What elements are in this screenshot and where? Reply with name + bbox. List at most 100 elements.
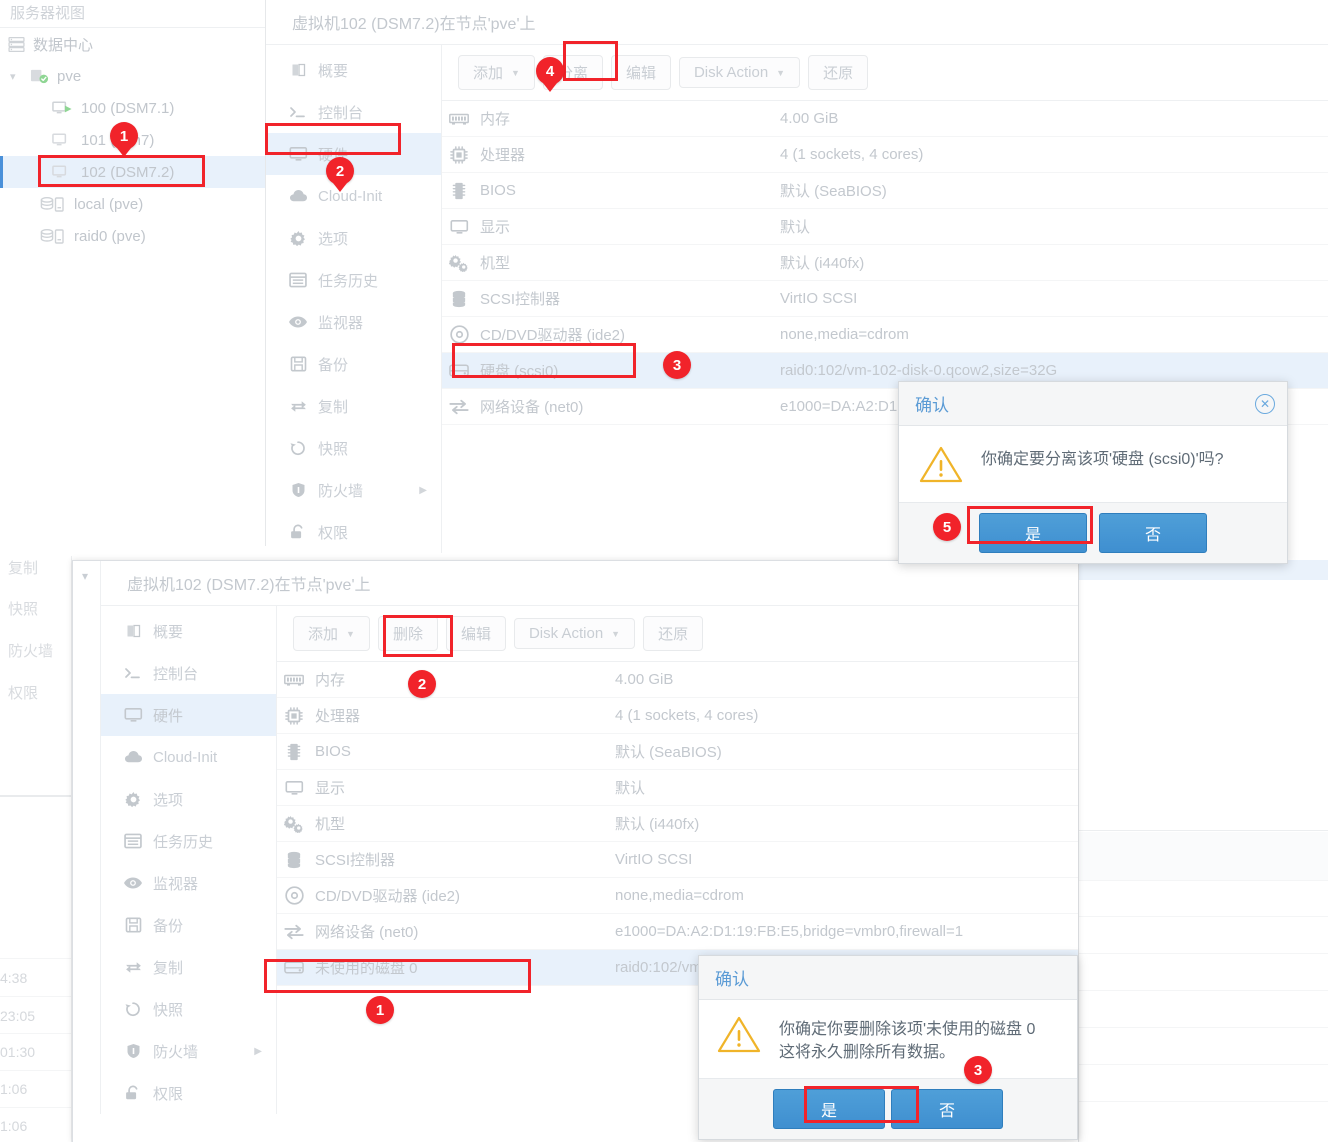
nav-item-快照-bottom[interactable]: 快照 — [101, 988, 276, 1030]
hardware-grid-bottom[interactable]: 内存 4.00 GiB 处理器 4 (1 sockets, 4 cores) BIOS 默… — [277, 662, 1078, 986]
revert-button-bottom[interactable]: 还原 — [643, 616, 704, 651]
harddisk-icon — [442, 363, 476, 378]
nav-item-复制-top[interactable]: 复制 — [266, 385, 441, 427]
replicate-icon — [123, 957, 143, 977]
edit-button-top[interactable]: 编辑 — [610, 55, 671, 90]
vm-stopped-icon — [52, 164, 73, 181]
hardware-row-value: 默认 (i440fx) — [615, 816, 700, 833]
hardware-row-bottom[interactable]: 显示 默认 — [277, 770, 1078, 806]
tree-item-local[interactable]: local (pve) — [0, 188, 265, 220]
dialog-message-bottom: 你确定你要删除该项'未使用的磁盘 0 这将永久删除所有数据。 — [779, 1014, 1035, 1064]
tree-item-raid0[interactable]: raid0 (pve) — [0, 220, 265, 252]
chevron-down-icon[interactable]: ▾ — [73, 561, 100, 583]
nav-item-任务历史-top[interactable]: 任务历史 — [266, 259, 441, 301]
hardware-row-top[interactable]: SCSI控制器 VirtIO SCSI — [442, 281, 1328, 317]
nav-item-监视器-bottom[interactable]: 监视器 — [101, 862, 276, 904]
hardware-row-top[interactable]: 机型 默认 (i440fx) — [442, 245, 1328, 281]
hardware-toolbar-bottom[interactable]: 添加 ▼ 删除 编辑 Disk Action ▼ 还原 — [277, 606, 1078, 662]
nav-item-快照-top[interactable]: 快照 — [266, 427, 441, 469]
tree-item-102[interactable]: 102 (DSM7.2) — [0, 156, 265, 188]
hardware-row-top[interactable]: 显示 默认 — [442, 209, 1328, 245]
dialog-title-bottom: 确认 — [715, 970, 749, 989]
no-button-bottom[interactable]: 否 — [891, 1089, 1003, 1130]
hardware-row-bottom[interactable]: 机型 默认 (i440fx) — [277, 806, 1078, 842]
revert-button-top[interactable]: 还原 — [808, 55, 869, 90]
bg-timestamp-0: 4:38 — [0, 970, 28, 986]
nav-item-任务历史-bottom[interactable]: 任务历史 — [101, 820, 276, 862]
hardware-row-bottom[interactable]: CD/DVD驱动器 (ide2) none,media=cdrom — [277, 878, 1078, 914]
nav-item-label: 复制 — [318, 398, 349, 416]
tree-item-数据中心[interactable]: 数据中心 — [0, 28, 265, 60]
disk-action-button-top[interactable]: Disk Action ▼ — [678, 57, 801, 88]
server-view-tree[interactable]: 服务器视图 数据中心▾pve100 (DSM7.1)101 (Win7)102 … — [0, 0, 266, 546]
hardware-row-key: 机型 — [480, 255, 511, 272]
hardware-row-bottom[interactable]: BIOS 默认 (SeaBIOS) — [277, 734, 1078, 770]
yes-button-top[interactable]: 是 — [979, 513, 1087, 553]
confirm-dialog-bottom[interactable]: 确认 你确定你要删除该项'未使用的磁盘 0 这将永久删除所有数据。 是 否 — [698, 955, 1078, 1141]
chevron-down-icon[interactable]: ▼ — [776, 68, 785, 78]
annotation-badge-nav-hardware-top: 2 — [326, 157, 354, 185]
nav-item-权限-top[interactable]: 权限 — [266, 511, 441, 553]
hardware-row-top[interactable]: CD/DVD驱动器 (ide2) none,media=cdrom — [442, 317, 1328, 353]
button-label: Disk Action — [693, 64, 769, 81]
nav-item-概要-bottom[interactable]: 概要 — [101, 610, 276, 652]
hardware-row-value: 4 (1 sockets, 4 cores) — [780, 146, 924, 163]
collapse-column[interactable]: ▾ — [73, 561, 101, 1114]
hardware-row-key: 未使用的磁盘 0 — [315, 960, 418, 977]
snapshot-icon — [288, 438, 308, 458]
tree-header: 服务器视图 — [0, 0, 265, 28]
nav-item-控制台-top[interactable]: 控制台 — [266, 91, 441, 133]
nav-item-复制-bottom[interactable]: 复制 — [101, 946, 276, 988]
tree-item-pve[interactable]: ▾ pve — [0, 60, 265, 92]
hardware-row-top[interactable]: 内存 4.00 GiB — [442, 101, 1328, 137]
no-button-top[interactable]: 否 — [1099, 513, 1207, 553]
add-button-bottom[interactable]: 添加 ▼ — [293, 616, 370, 651]
hardware-row-top[interactable]: BIOS 默认 (SeaBIOS) — [442, 173, 1328, 209]
nav-item-备份-bottom[interactable]: 备份 — [101, 904, 276, 946]
tree-item-100[interactable]: 100 (DSM7.1) — [0, 92, 265, 124]
button-label: 添加 — [473, 65, 504, 82]
nav-item-备份-top[interactable]: 备份 — [266, 343, 441, 385]
nav-item-硬件-bottom[interactable]: 硬件 — [101, 694, 276, 736]
nav-item-防火墙-bottom[interactable]: 防火墙 ▶ — [101, 1030, 276, 1072]
chevron-down-icon[interactable]: ▼ — [346, 629, 355, 639]
annotation-badge-row-unused-disk-bottom: 1 — [366, 996, 394, 1024]
cdrom-icon — [277, 886, 311, 905]
tasklog-icon — [123, 831, 143, 851]
nav-item-label: 权限 — [153, 1085, 184, 1103]
hardware-grid-top[interactable]: 内存 4.00 GiB 处理器 4 (1 sockets, 4 cores) BIOS 默… — [442, 101, 1328, 425]
hardware-row-bottom[interactable]: 网络设备 (net0) e1000=DA:A2:D1:19:FB:E5,bridg… — [277, 914, 1078, 950]
chevron-down-icon[interactable]: ▼ — [611, 629, 620, 639]
close-icon[interactable]: ✕ — [1255, 393, 1275, 414]
chevron-down-icon[interactable]: ▾ — [10, 70, 16, 83]
edit-button-bottom[interactable]: 编辑 — [445, 616, 506, 651]
hardware-row-top[interactable]: 处理器 4 (1 sockets, 4 cores) — [442, 137, 1328, 173]
hardware-toolbar-top[interactable]: 添加 ▼ 分离 编辑 Disk Action ▼ 还原 — [442, 45, 1328, 101]
nav-item-cloud-init-bottom[interactable]: Cloud-Init — [101, 736, 276, 778]
hardware-row-bottom[interactable]: 处理器 4 (1 sockets, 4 cores) — [277, 698, 1078, 734]
hardware-row-value: VirtIO SCSI — [615, 851, 693, 868]
chevron-right-icon[interactable]: ▶ — [419, 485, 427, 496]
nav-item-label: 权限 — [318, 524, 349, 542]
nav-item-cloud-init-top[interactable]: Cloud-Init — [266, 175, 441, 217]
bg-menu-item-0: 复制 — [8, 560, 39, 577]
nav-item-概要-top[interactable]: 概要 — [266, 49, 441, 91]
vm-sidebar-top[interactable]: 概要 控制台 硬件 Cloud-Init 选项 任务历史 监视器 备份 复制 快照 防火墙 ▶ 权限 — [266, 45, 442, 553]
nav-item-监视器-top[interactable]: 监视器 — [266, 301, 441, 343]
chevron-right-icon[interactable]: ▶ — [254, 1046, 262, 1057]
hardware-row-bottom[interactable]: SCSI控制器 VirtIO SCSI — [277, 842, 1078, 878]
yes-button-bottom[interactable]: 是 — [773, 1089, 885, 1130]
disk-action-button-bottom[interactable]: Disk Action ▼ — [513, 618, 636, 649]
remove-button-bottom[interactable]: 删除 — [377, 616, 438, 651]
nav-item-控制台-bottom[interactable]: 控制台 — [101, 652, 276, 694]
hardware-row-bottom[interactable]: 内存 4.00 GiB — [277, 662, 1078, 698]
add-button-top[interactable]: 添加 ▼ — [458, 55, 535, 90]
chevron-down-icon[interactable]: ▼ — [511, 68, 520, 78]
controller-icon — [442, 290, 476, 308]
nav-item-选项-bottom[interactable]: 选项 — [101, 778, 276, 820]
nav-item-选项-top[interactable]: 选项 — [266, 217, 441, 259]
vm-sidebar-bottom[interactable]: 概要 控制台 硬件 Cloud-Init 选项 任务历史 监视器 备份 复制 快照 防火墙 ▶ 权限 — [101, 606, 277, 1114]
gear-icon — [288, 228, 308, 248]
nav-item-权限-bottom[interactable]: 权限 — [101, 1072, 276, 1114]
nav-item-防火墙-top[interactable]: 防火墙 ▶ — [266, 469, 441, 511]
